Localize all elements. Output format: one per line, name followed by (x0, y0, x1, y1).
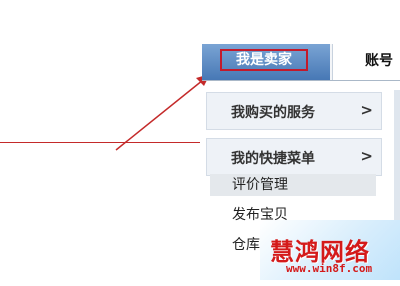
tab-seller-label: 我是卖家 (220, 49, 308, 71)
purchased-services-header[interactable]: 我购买的服务 > (206, 92, 382, 130)
menu-item-review-management[interactable]: 评价管理 (210, 174, 376, 196)
watermark-url: www.win8f.com (286, 262, 373, 275)
chevron-right-icon: > (360, 147, 373, 165)
purchased-services-label: 我购买的服务 (231, 105, 315, 121)
quick-menu-label: 我的快捷菜单 (231, 151, 315, 167)
quick-menu-header[interactable]: 我的快捷菜单 > (206, 138, 382, 176)
tab-seller[interactable]: 我是卖家 (202, 44, 330, 80)
top-tab-bar: 我是卖家 账号 (202, 44, 400, 81)
tab-account[interactable]: 账号 (332, 44, 400, 80)
chevron-right-icon: > (360, 101, 373, 119)
